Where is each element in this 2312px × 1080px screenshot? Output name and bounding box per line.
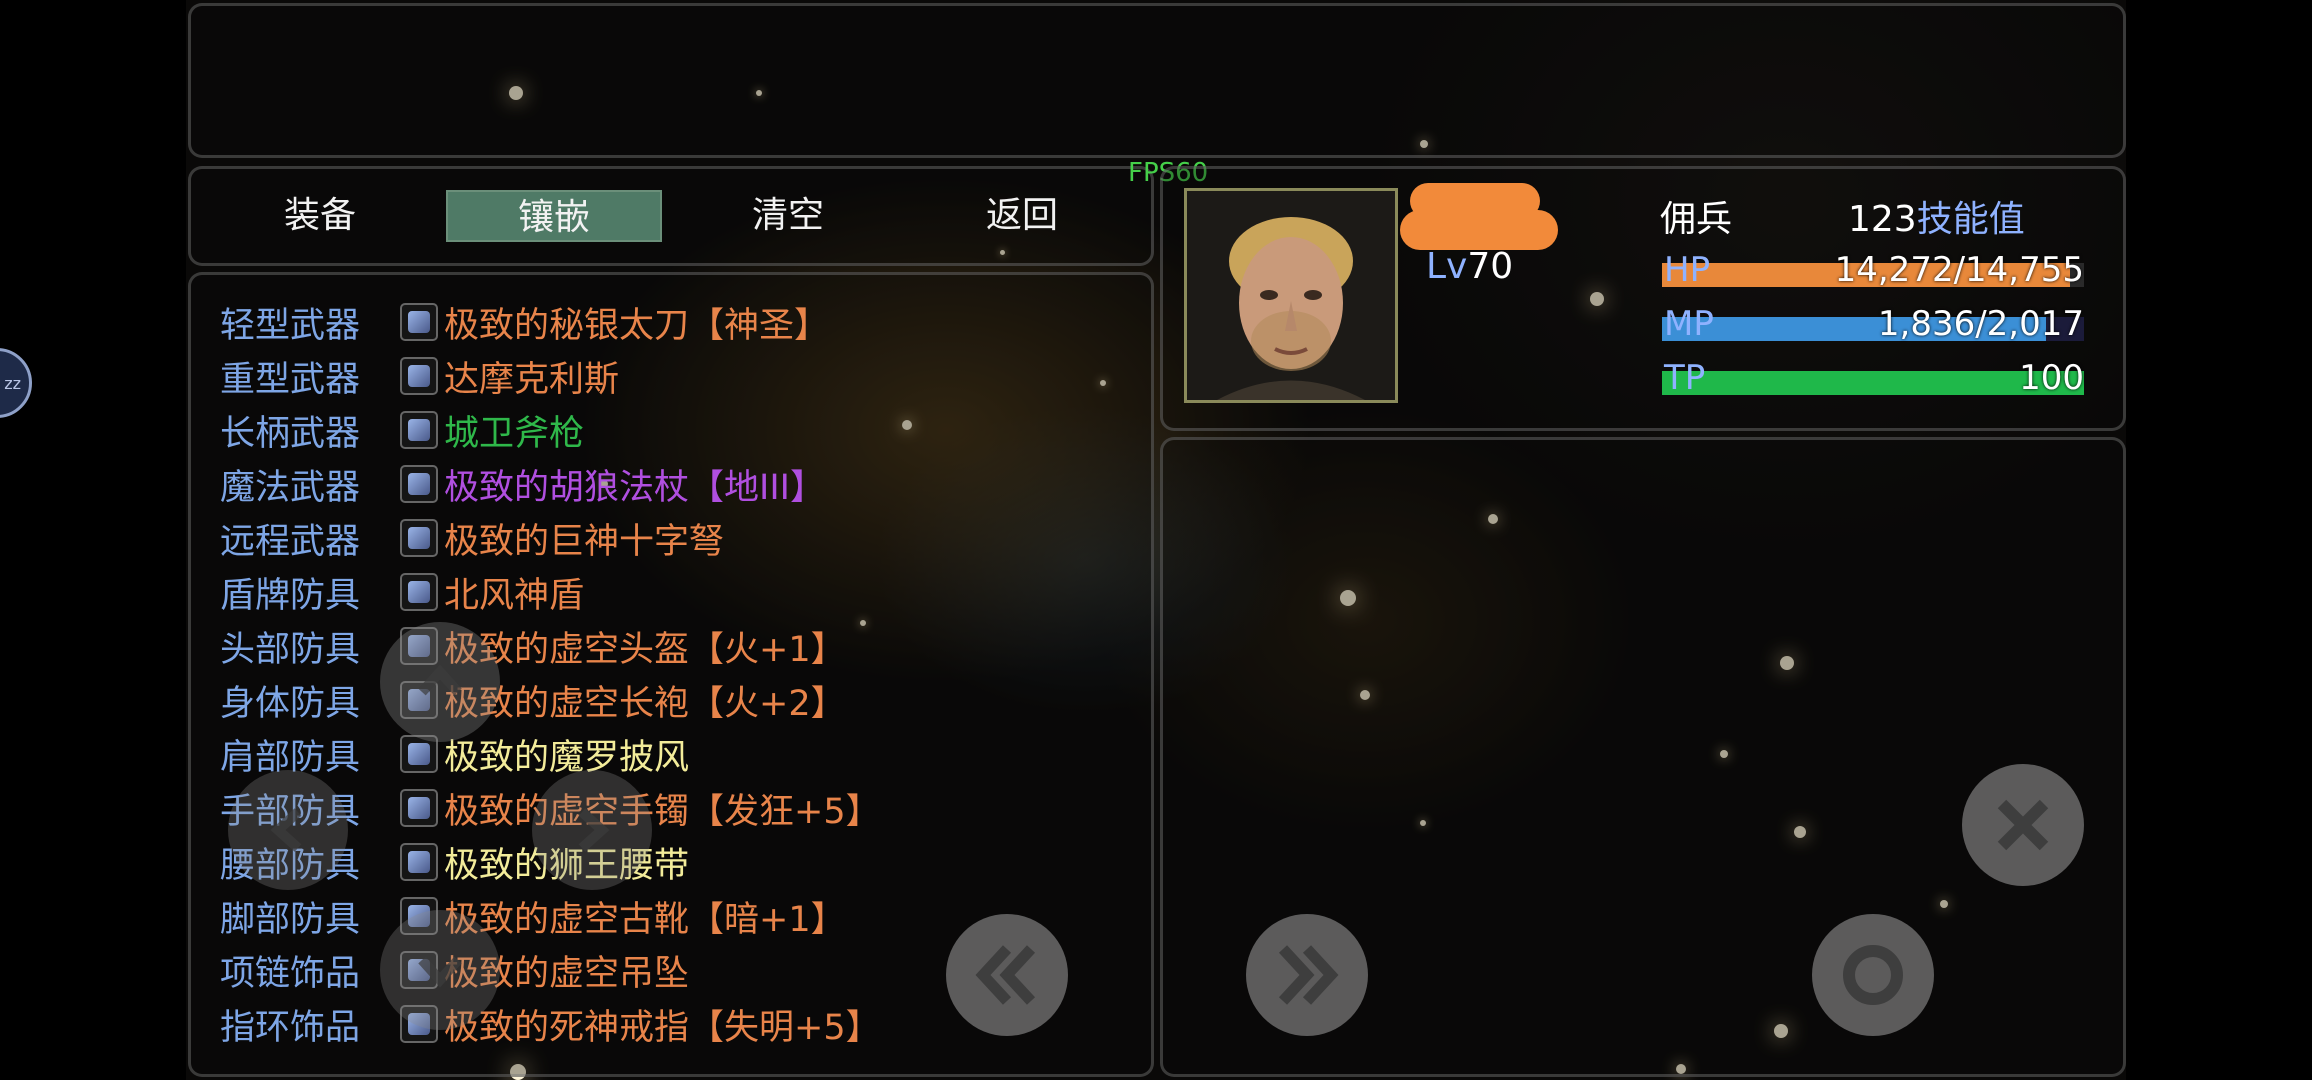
chevron-down-icon [418,956,462,988]
dpad-down-button[interactable] [380,910,500,1030]
chevron-left-icon [270,808,302,852]
level-value: 70 [1467,246,1514,287]
belt-icon [400,843,438,881]
double-chevron-right-icon [1278,945,1339,1005]
skill-points: 123技能值 [1848,190,2025,242]
equipment-slot-row[interactable]: 头部防具 极致的虚空头盔【火+1】 [220,623,846,670]
slot-label: 盾牌防具 [220,575,361,616]
equipment-name: 极致的虚空手镯【发狂+5】 [444,791,881,832]
blade-icon [400,303,438,341]
shield-icon [400,573,438,611]
close-icon [1997,799,2049,851]
tp-label: TP [1664,358,1706,398]
class-label: 佣兵 [1660,199,1733,240]
tab-back[interactable]: 返回 [952,190,1092,242]
slot-label: 肩部防具 [220,737,361,778]
equipment-name: 极致的胡狼法杖【地III】 [444,467,825,508]
equipment-name: 极致的魔罗披风 [444,737,690,778]
tab-socket[interactable]: 镶嵌 [446,190,662,242]
equipment-slot-row[interactable]: 身体防具 极致的虚空长袍【火+2】 [220,677,846,724]
double-chevron-left-icon [975,945,1036,1005]
equipment-name: 极致的死神戒指【失明+5】 [444,1007,881,1048]
equipment-name: 城卫斧枪 [444,413,585,454]
tab-clear[interactable]: 清空 [718,190,858,242]
circle-icon [1843,945,1903,1005]
tp-bar: TP 100 [1662,358,2084,398]
skill-points-value: 123 [1848,199,1917,240]
page-next-button[interactable] [1246,914,1368,1036]
side-indicator-text: zz [4,373,21,393]
equipment-slot-row[interactable]: 长柄武器 城卫斧枪 [220,407,585,454]
slot-label: 轻型武器 [220,305,361,346]
dpad-up-button[interactable] [380,622,500,742]
equipment-name: 极致的虚空头盔【火+1】 [444,629,846,670]
page-prev-button[interactable] [946,914,1068,1036]
level-prefix: Lv [1426,246,1468,287]
hp-bar: HP 14,272/14,755 [1662,250,2084,290]
slot-label: 脚部防具 [220,899,361,940]
mp-value: 1,836/2,017 [1877,304,2084,344]
equipment-name: 北风神盾 [444,575,585,616]
equipment-slot-row[interactable]: 重型武器 达摩克利斯 [220,353,620,400]
greatsword-icon [400,357,438,395]
chevron-up-icon [418,664,462,696]
equipment-slot-row[interactable]: 远程武器 极致的巨神十字弩 [220,515,725,562]
slot-label: 长柄武器 [220,413,361,454]
equipment-slot-row[interactable]: 指环饰品 极致的死神戒指【失明+5】 [220,1001,881,1048]
equipment-name: 极致的虚空古靴【暗+1】 [444,899,846,940]
chevron-right-icon [578,808,610,852]
slot-label: 身体防具 [220,683,361,724]
dpad-left-button[interactable] [228,770,348,890]
confirm-button[interactable] [1812,914,1934,1036]
equipment-slot-row[interactable]: 盾牌防具 北风神盾 [220,569,585,616]
equipment-slot-row[interactable]: 脚部防具 极致的虚空古靴【暗+1】 [220,893,846,940]
equipment-slot-row[interactable]: 魔法武器 极致的胡狼法杖【地III】 [220,461,825,508]
halberd-icon [400,411,438,449]
slot-label: 重型武器 [220,359,361,400]
equipment-slot-row[interactable]: 轻型武器 极致的秘银太刀【神圣】 [220,299,830,346]
cancel-button[interactable] [1962,764,2084,886]
crossbow-icon [400,519,438,557]
game-screen: 装备 镶嵌 清空 返回 FPS60 轻型武器 极致的秘银太刀【神圣】 重型武器 达摩克… [0,0,2312,1080]
equipment-name: 极致的虚空长袍【火+2】 [444,683,846,724]
side-indicator[interactable]: zz [0,348,32,418]
tab-equip[interactable]: 装备 [250,190,390,242]
mp-bar: MP 1,836/2,017 [1662,304,2084,344]
level: Lv70 [1426,246,1513,287]
bracelet-icon [400,789,438,827]
staff-icon [400,465,438,503]
slot-label: 头部防具 [220,629,361,670]
slot-label: 项链饰品 [220,953,361,994]
slot-label: 远程武器 [220,521,361,562]
dpad-right-button[interactable] [532,770,652,890]
slot-label: 指环饰品 [220,1007,361,1048]
redacted-name [1400,180,1560,250]
hp-value: 14,272/14,755 [1834,250,2084,290]
slot-label: 魔法武器 [220,467,361,508]
tp-value: 100 [2019,358,2084,398]
portrait [1184,188,1398,403]
hp-label: HP [1664,250,1711,290]
equipment-name: 达摩克利斯 [444,359,620,400]
mp-label: MP [1664,304,1714,344]
skill-points-label: 技能值 [1916,199,2025,240]
equipment-name: 极致的秘银太刀【神圣】 [444,305,830,346]
message-panel [188,3,2126,158]
character-portrait-image [1187,191,1395,400]
equipment-name: 极致的巨神十字弩 [444,521,725,562]
